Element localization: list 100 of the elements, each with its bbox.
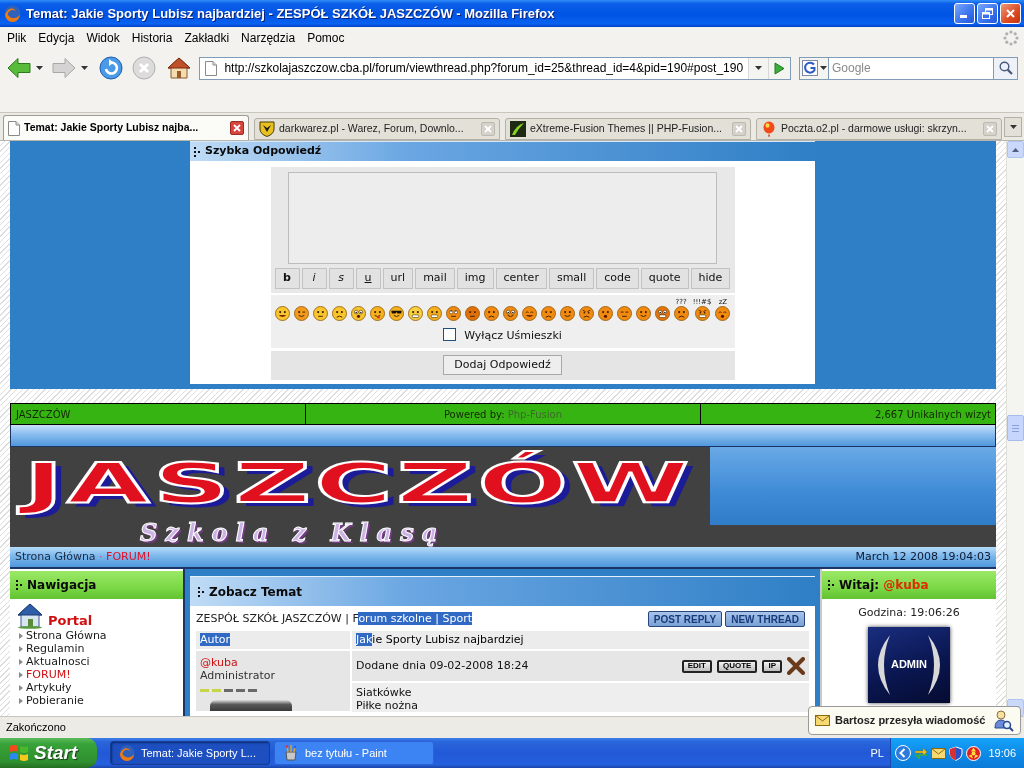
- smiley-button[interactable]: [616, 306, 632, 321]
- format-button[interactable]: hide: [690, 268, 731, 289]
- nav-link[interactable]: Regulamin: [26, 642, 85, 655]
- sidebar-title: Nawigacja: [27, 577, 97, 594]
- smiley-button[interactable]: [445, 306, 461, 321]
- search-button[interactable]: [993, 56, 1018, 80]
- tab-list-button[interactable]: [1004, 117, 1022, 137]
- smiley-button[interactable]: [673, 306, 689, 321]
- checkbox-label: Wyłącz Uśmieszki: [464, 328, 562, 344]
- menu-item[interactable]: Widok: [80, 28, 126, 47]
- smiley-button[interactable]: [464, 306, 480, 321]
- minimize-button[interactable]: [954, 3, 975, 24]
- format-button[interactable]: quote: [640, 268, 689, 289]
- thread-action-button[interactable]: NEW THREAD: [725, 611, 805, 627]
- menu-item[interactable]: Pomoc: [301, 28, 351, 47]
- taskbar-button[interactable]: bez tytułu - Paint: [274, 741, 434, 765]
- smiley-button[interactable]: [350, 306, 366, 321]
- smiley-button[interactable]: [578, 306, 594, 321]
- close-button[interactable]: [1000, 3, 1021, 24]
- smiley-button[interactable]: [369, 306, 385, 321]
- post-action-button[interactable]: QUOTE: [717, 659, 758, 673]
- smiley-button[interactable]: [293, 306, 309, 321]
- caret-icon: [755, 66, 762, 70]
- thread-subject: Jakie Sporty Lubisz najbardziej: [352, 631, 809, 649]
- hazard-icon: [966, 745, 981, 761]
- checkbox[interactable]: [443, 328, 457, 342]
- nav-link[interactable]: Aktualnosci: [26, 655, 90, 668]
- nav-link[interactable]: Pobieranie: [26, 694, 84, 707]
- delete-button[interactable]: [787, 657, 805, 675]
- smiley-button[interactable]: [635, 306, 651, 321]
- browser-tab[interactable]: eXtreme-Fusion Themes || PHP-Fusion...: [505, 118, 751, 140]
- panel-title: Szybka Odpowiedź: [205, 143, 322, 160]
- nav-link[interactable]: FORUM!: [26, 668, 71, 681]
- menu-item[interactable]: Historia: [125, 28, 179, 47]
- format-button[interactable]: url: [382, 268, 414, 289]
- restore-button[interactable]: [977, 3, 998, 24]
- close-icon: [233, 124, 241, 132]
- history-dropdown-button[interactable]: [748, 57, 768, 79]
- message-field[interactable]: [288, 172, 717, 264]
- smiley-button[interactable]: [274, 306, 290, 321]
- page-icon: [205, 60, 218, 76]
- format-button[interactable]: i: [301, 268, 327, 289]
- format-button[interactable]: img: [456, 268, 494, 289]
- tab-close-button[interactable]: [230, 121, 244, 135]
- browser-tab[interactable]: Poczta.o2.pl - darmowe usługi: skrzyn...: [756, 118, 1002, 140]
- format-button[interactable]: u: [355, 268, 381, 289]
- start-button[interactable]: Start: [0, 738, 97, 768]
- smiley-button[interactable]: [715, 306, 731, 321]
- smiley-button[interactable]: [521, 306, 537, 321]
- smiley-icon: [578, 306, 594, 321]
- smiley-button[interactable]: [312, 306, 328, 321]
- smiley-button[interactable]: [559, 306, 575, 321]
- arrows-icon: [914, 746, 928, 760]
- menu-item[interactable]: Edycja: [32, 28, 81, 47]
- menu-item[interactable]: Plik: [1, 28, 33, 47]
- page-icon: [8, 120, 20, 136]
- smiley-button[interactable]: [388, 306, 404, 321]
- post-action-button[interactable]: IP: [762, 659, 782, 673]
- format-button[interactable]: s: [328, 268, 354, 289]
- reload-button[interactable]: [98, 54, 124, 82]
- browser-tab[interactable]: Temat: Jakie Sporty Lubisz najba...: [3, 115, 249, 140]
- envelope-icon: [815, 715, 830, 726]
- address-field[interactable]: http://szkolajaszczow.cba.pl/forum/viewthread.php?forum_id=25&thread_id=4&pid=190#post_190: [199, 56, 791, 80]
- nav-link[interactable]: Artykuły: [26, 681, 72, 694]
- format-button[interactable]: small: [548, 268, 595, 289]
- submit-button[interactable]: Dodaj Odpowiedź: [443, 355, 562, 375]
- menu-item[interactable]: Zakładki: [178, 28, 236, 47]
- smiley-icon: [464, 306, 480, 321]
- taskbar-button[interactable]: Temat: Jakie Sporty L...: [110, 741, 270, 765]
- smiley-button[interactable]: [483, 306, 499, 321]
- thread-action-button[interactable]: POST REPLY: [647, 611, 723, 627]
- scroll-thumb[interactable]: [1007, 415, 1024, 441]
- post-action-button[interactable]: EDIT: [681, 659, 712, 673]
- format-button[interactable]: mail: [415, 268, 455, 289]
- browser-tab[interactable]: darkwarez.pl - Warez, Forum, Downlo...: [254, 118, 500, 140]
- post-date: Dodane dnia 09-02-2008 18:24: [356, 657, 529, 674]
- smiley-button[interactable]: [502, 306, 518, 321]
- search-engine-button[interactable]: [799, 56, 829, 80]
- language-indicator: PL: [870, 745, 884, 761]
- windows-flag-icon: [9, 744, 29, 762]
- go-button[interactable]: [768, 57, 790, 79]
- nav-link[interactable]: Strona Główna: [26, 629, 107, 642]
- smiley-icon: [502, 306, 518, 321]
- smiley-button[interactable]: [597, 306, 613, 321]
- close-icon: [1006, 9, 1015, 18]
- caret-icon: [36, 66, 43, 70]
- format-button[interactable]: b: [274, 268, 300, 289]
- menu-item[interactable]: Narzędzia: [235, 28, 302, 47]
- search-icon: [998, 61, 1013, 75]
- smiley-button[interactable]: [540, 306, 556, 321]
- format-button[interactable]: code: [596, 268, 639, 289]
- smiley-button[interactable]: [426, 306, 442, 321]
- window-title: Temat: Jakie Sporty Lubisz najbardziej - ZESPÓŁ SZKÓŁ JASZCZÓW - Mozilla Firefox: [26, 4, 555, 23]
- format-button[interactable]: center: [495, 268, 547, 289]
- search-field[interactable]: Google: [829, 56, 993, 80]
- post-text-line: Piłke nożna: [356, 699, 419, 712]
- scroll-up-button[interactable]: [1007, 141, 1024, 158]
- smiley-icon: [540, 306, 556, 321]
- smiley-button[interactable]: [331, 306, 347, 321]
- stop-icon: [131, 56, 156, 80]
